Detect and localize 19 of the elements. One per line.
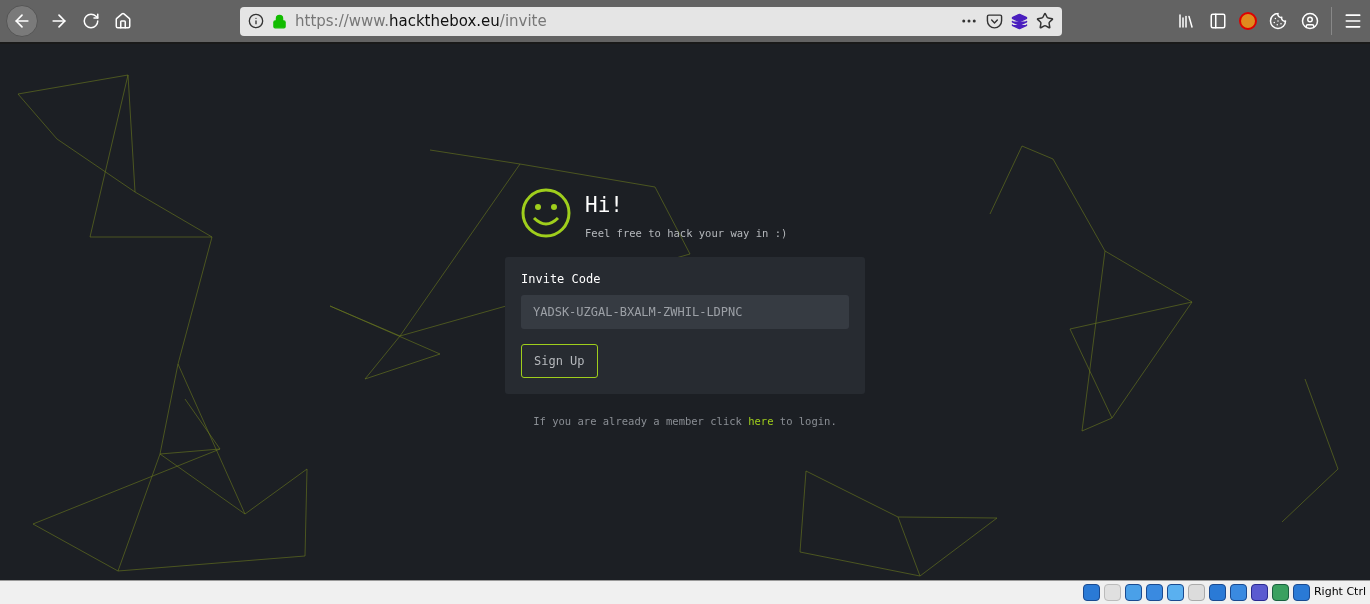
greeting-title: Hi! — [585, 192, 624, 219]
account-icon[interactable] — [1299, 10, 1321, 32]
greeting-subtitle: Feel free to hack your way in :) — [585, 225, 788, 241]
info-icon[interactable] — [248, 13, 264, 29]
star-icon[interactable] — [1036, 12, 1054, 30]
pocket-icon[interactable] — [986, 12, 1003, 30]
url-text[interactable]: https://www.hackthebox.eu/invite — [295, 9, 547, 33]
address-bar[interactable]: https://www.hackthebox.eu/invite — [240, 6, 1062, 36]
layers-icon[interactable] — [1011, 12, 1028, 30]
invite-code-label: Invite Code — [521, 271, 602, 289]
sign-up-button[interactable]: Sign Up — [521, 344, 598, 379]
back-button[interactable] — [6, 5, 38, 37]
lock-icon — [272, 13, 287, 29]
login-link[interactable]: here — [748, 415, 774, 428]
cookie-icon[interactable] — [1267, 10, 1289, 32]
invite-code-field[interactable]: YADSK-UZGAL-BXALM-ZWHIL-LDPNC — [521, 295, 849, 330]
host-key-label: Right Ctrl — [1313, 584, 1366, 601]
login-prompt: If you are already a member click here to login. — [533, 414, 837, 430]
smiley-icon — [521, 188, 571, 238]
